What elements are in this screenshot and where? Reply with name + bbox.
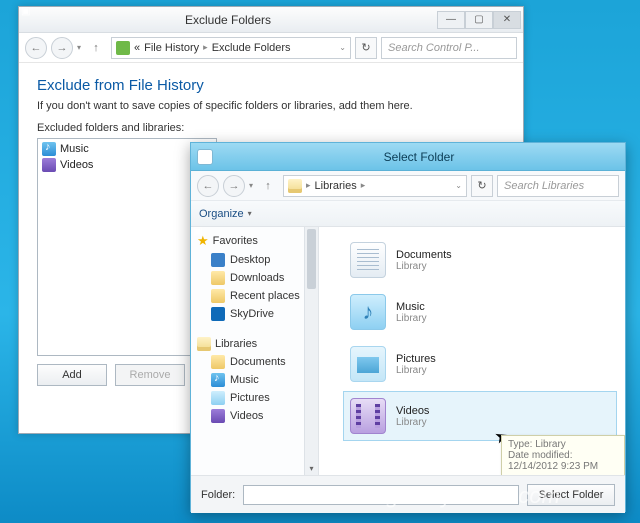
sidebar-item-videos[interactable]: Videos bbox=[195, 407, 314, 425]
documents-icon bbox=[211, 355, 225, 369]
pictures-icon bbox=[211, 391, 225, 405]
dialog-title: Select Folder bbox=[213, 150, 625, 164]
minimize-button[interactable]: — bbox=[437, 11, 465, 29]
desktop-icon bbox=[211, 253, 225, 267]
organize-menu[interactable]: Organize bbox=[199, 208, 244, 220]
chevron-right-icon: ▸ bbox=[361, 180, 366, 191]
libraries-icon bbox=[288, 179, 302, 193]
desktop-background: Exclude Folders — ▢ ✕ ← → ▾ ↑ « File His… bbox=[0, 0, 640, 523]
up-button[interactable]: ↑ bbox=[85, 37, 107, 59]
music-icon bbox=[350, 294, 386, 330]
video-icon bbox=[42, 158, 56, 172]
libraries-icon bbox=[197, 337, 211, 351]
back-button[interactable]: ← bbox=[197, 175, 219, 197]
list-label: Excluded folders and libraries: bbox=[37, 122, 505, 134]
scroll-thumb[interactable] bbox=[307, 229, 316, 289]
dialog-icon bbox=[197, 149, 213, 165]
add-button[interactable]: Add bbox=[37, 364, 107, 386]
folder-icon bbox=[211, 271, 225, 285]
search-input[interactable]: Search Control P... bbox=[381, 37, 517, 59]
sidebar-item-skydrive[interactable]: SkyDrive bbox=[195, 305, 314, 323]
sidebar-item-music[interactable]: Music bbox=[195, 371, 314, 389]
dropdown-icon[interactable]: ▾ bbox=[249, 181, 253, 190]
library-item-music[interactable]: MusicLibrary bbox=[343, 287, 617, 337]
library-item-documents[interactable]: DocumentsLibrary bbox=[343, 235, 617, 285]
refresh-button[interactable]: ↻ bbox=[355, 37, 377, 59]
chevron-right-icon: ▸ bbox=[203, 42, 208, 53]
dialog-titlebar[interactable]: Select Folder bbox=[191, 143, 625, 171]
select-folder-button[interactable]: Select Folder bbox=[527, 484, 615, 506]
maximize-button[interactable]: ▢ bbox=[465, 11, 493, 29]
window-titlebar[interactable]: Exclude Folders — ▢ ✕ bbox=[19, 7, 523, 33]
video-icon bbox=[350, 398, 386, 434]
tooltip: Type: Library Date modified: 12/14/2012 … bbox=[501, 435, 625, 475]
forward-button[interactable]: → bbox=[51, 37, 73, 59]
sidebar-section-favorites[interactable]: ★ Favorites bbox=[195, 231, 314, 251]
back-button[interactable]: ← bbox=[25, 37, 47, 59]
breadcrumb-root[interactable]: File History bbox=[144, 42, 199, 54]
scrollbar[interactable]: ▴ ▾ bbox=[304, 227, 318, 475]
control-panel-icon bbox=[116, 41, 130, 55]
up-button[interactable]: ↑ bbox=[257, 175, 279, 197]
music-icon bbox=[211, 373, 225, 387]
window-title: Exclude Folders bbox=[19, 13, 437, 27]
folder-icon bbox=[211, 289, 225, 303]
refresh-button[interactable]: ↻ bbox=[471, 175, 493, 197]
folder-name-input[interactable] bbox=[243, 485, 519, 505]
page-description: If you don't want to save copies of spec… bbox=[37, 100, 505, 112]
breadcrumb-root-prefix: « bbox=[134, 42, 140, 54]
music-icon bbox=[42, 142, 56, 156]
dropdown-icon[interactable]: ▾ bbox=[248, 209, 252, 218]
scroll-down-icon[interactable]: ▾ bbox=[305, 461, 318, 475]
sidebar-item-documents[interactable]: Documents bbox=[195, 353, 314, 371]
sidebar-item-recent[interactable]: Recent places bbox=[195, 287, 314, 305]
pictures-icon bbox=[350, 346, 386, 382]
select-folder-dialog: Select Folder ← → ▾ ↑ ▸ Libraries ▸ ⌄ ↻ … bbox=[190, 142, 626, 512]
list-item-label: Videos bbox=[60, 159, 93, 171]
chevron-right-icon: ▸ bbox=[306, 180, 311, 191]
breadcrumb-current[interactable]: Exclude Folders bbox=[212, 42, 291, 54]
toolbar: Organize ▾ bbox=[191, 201, 625, 227]
list-item[interactable]: Music bbox=[40, 141, 214, 157]
list-item-label: Music bbox=[60, 143, 89, 155]
skydrive-icon bbox=[211, 307, 225, 321]
navigation-pane: ★ Favorites Desktop Downloads Recent pla… bbox=[191, 227, 319, 475]
sidebar-item-downloads[interactable]: Downloads bbox=[195, 269, 314, 287]
dialog-footer: Folder: Select Folder bbox=[191, 475, 625, 513]
sidebar-item-pictures[interactable]: Pictures bbox=[195, 389, 314, 407]
close-button[interactable]: ✕ bbox=[493, 11, 521, 29]
address-dropdown-icon[interactable]: ⌄ bbox=[455, 181, 462, 190]
library-item-pictures[interactable]: PicturesLibrary bbox=[343, 339, 617, 389]
folder-content: DocumentsLibrary MusicLibrary PicturesLi… bbox=[319, 227, 625, 475]
navigation-bar: ← → ▾ ↑ « File History ▸ Exclude Folders… bbox=[19, 33, 523, 63]
dropdown-icon[interactable]: ▾ bbox=[77, 43, 81, 52]
folder-label: Folder: bbox=[201, 489, 235, 501]
navigation-bar: ← → ▾ ↑ ▸ Libraries ▸ ⌄ ↻ Search Librari… bbox=[191, 171, 625, 201]
sidebar-section-libraries[interactable]: Libraries bbox=[195, 335, 314, 353]
remove-button: Remove bbox=[115, 364, 185, 386]
documents-icon bbox=[350, 242, 386, 278]
address-bar[interactable]: ▸ Libraries ▸ ⌄ bbox=[283, 175, 467, 197]
forward-button[interactable]: → bbox=[223, 175, 245, 197]
video-icon bbox=[211, 409, 225, 423]
address-bar[interactable]: « File History ▸ Exclude Folders ⌄ bbox=[111, 37, 351, 59]
page-heading: Exclude from File History bbox=[37, 77, 505, 94]
list-item[interactable]: Videos bbox=[40, 157, 214, 173]
search-input[interactable]: Search Libraries bbox=[497, 175, 619, 197]
breadcrumb-root[interactable]: Libraries bbox=[315, 180, 357, 192]
library-item-videos[interactable]: VideosLibrary bbox=[343, 391, 617, 441]
sidebar-item-desktop[interactable]: Desktop bbox=[195, 251, 314, 269]
address-dropdown-icon[interactable]: ⌄ bbox=[339, 43, 346, 52]
